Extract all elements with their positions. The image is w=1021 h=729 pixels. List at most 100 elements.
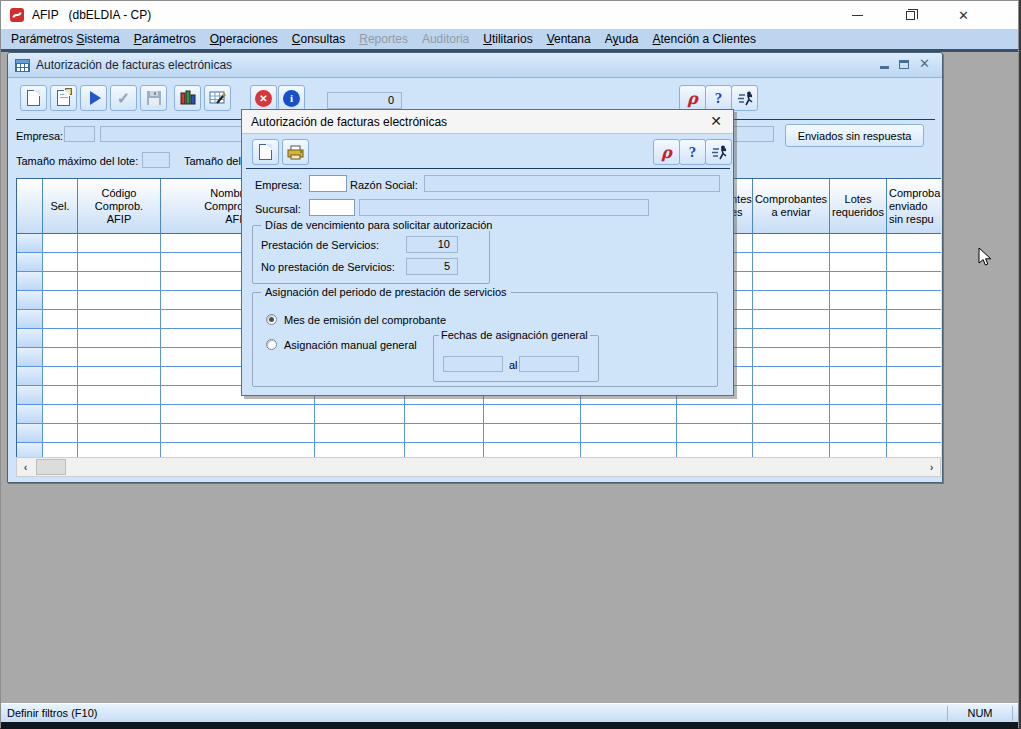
child-maximize-icon[interactable]	[899, 60, 909, 69]
row-header-cell[interactable]	[17, 272, 43, 291]
row-header-cell[interactable]	[17, 329, 43, 348]
row-header-cell[interactable]	[17, 234, 43, 253]
row-header-cell[interactable]	[17, 253, 43, 272]
empresa-code-field[interactable]	[64, 126, 95, 142]
grid-cell[interactable]	[78, 272, 161, 291]
grid-cell[interactable]	[753, 234, 830, 253]
dialog-empresa-field[interactable]	[309, 175, 347, 192]
dialog-new-button[interactable]	[252, 139, 279, 165]
sucursal-name-field[interactable]	[359, 199, 649, 216]
grid-cell[interactable]	[43, 367, 78, 386]
grid-cell[interactable]	[43, 234, 78, 253]
grid-cell[interactable]	[43, 424, 78, 443]
grid-cell[interactable]	[43, 443, 78, 457]
grid-cell[interactable]	[753, 443, 830, 457]
grid-cell[interactable]	[405, 443, 484, 457]
run-button[interactable]	[80, 85, 107, 111]
grid-cell[interactable]	[405, 424, 484, 443]
grid-cell[interactable]	[405, 405, 484, 424]
dialog-runner-button[interactable]	[705, 139, 732, 165]
grid-cell[interactable]	[78, 424, 161, 443]
child-window-title-bar[interactable]: Autorización de facturas electrónicas ✕	[8, 53, 942, 78]
grid-cell[interactable]	[887, 310, 941, 329]
grid-cell[interactable]	[78, 405, 161, 424]
grid-cell[interactable]	[753, 291, 830, 310]
grid-cell[interactable]	[753, 310, 830, 329]
grid-cell[interactable]	[78, 367, 161, 386]
grid-cell[interactable]	[484, 405, 581, 424]
grid-cell[interactable]	[43, 272, 78, 291]
horizontal-scrollbar[interactable]: ‹ ›	[16, 457, 941, 477]
lotes-button[interactable]	[174, 85, 201, 111]
grid-cell[interactable]	[753, 329, 830, 348]
grid-cell[interactable]	[887, 424, 941, 443]
child-close-icon[interactable]: ✕	[919, 59, 930, 69]
no-prestacion-field[interactable]: 5	[406, 258, 458, 275]
validate-button[interactable]: ✓	[110, 85, 137, 111]
menu-item-8[interactable]: Ayuda	[598, 31, 646, 47]
grid-cell[interactable]	[78, 234, 161, 253]
fecha-hasta-field[interactable]	[519, 356, 579, 372]
menu-item-7[interactable]: Ventana	[540, 31, 598, 47]
grid-cell[interactable]	[830, 291, 887, 310]
child-minimize-icon[interactable]	[880, 66, 889, 69]
prestacion-field[interactable]: 10	[406, 236, 458, 253]
maximize-button[interactable]	[884, 1, 937, 29]
grid-cell[interactable]	[830, 253, 887, 272]
grid-cell[interactable]	[677, 405, 753, 424]
grid-cell[interactable]	[484, 424, 581, 443]
radio-button-0[interactable]	[266, 314, 277, 325]
help-button[interactable]: ?	[705, 85, 732, 111]
menu-item-3[interactable]: Consultas	[285, 31, 352, 47]
grid-cell[interactable]	[887, 348, 941, 367]
grid-cell[interactable]	[78, 443, 161, 457]
row-header-cell[interactable]	[17, 367, 43, 386]
grid-cell[interactable]	[830, 348, 887, 367]
grid-cell[interactable]	[753, 367, 830, 386]
row-header-cell[interactable]	[17, 443, 43, 457]
sucursal-field[interactable]	[309, 199, 355, 216]
grid-cell[interactable]	[830, 386, 887, 405]
grid-cell[interactable]	[753, 348, 830, 367]
info-button[interactable]: i	[278, 85, 305, 111]
minimize-button[interactable]	[831, 1, 884, 29]
delete-button[interactable]: ✕	[250, 85, 277, 111]
runner-button[interactable]	[731, 85, 758, 111]
grid-cell[interactable]	[830, 329, 887, 348]
grid-cell[interactable]	[78, 348, 161, 367]
menu-item-1[interactable]: Parámetros	[127, 31, 203, 47]
grid-cell[interactable]	[581, 443, 677, 457]
grid-cell[interactable]	[78, 310, 161, 329]
grid-cell[interactable]	[43, 310, 78, 329]
grid-cell[interactable]	[315, 443, 405, 457]
grid-cell[interactable]	[830, 424, 887, 443]
grid-cell[interactable]	[43, 329, 78, 348]
exit-button[interactable]: ρ	[679, 85, 706, 111]
grid-cell[interactable]	[887, 405, 941, 424]
dialog-print-button[interactable]	[282, 139, 309, 165]
dialog-help-button[interactable]: ?	[679, 139, 706, 165]
grid-cell[interactable]	[753, 272, 830, 291]
grid-cell[interactable]	[753, 386, 830, 405]
fecha-desde-field[interactable]	[443, 356, 503, 372]
grid-cell[interactable]	[43, 405, 78, 424]
tamano-maximo-field[interactable]	[142, 152, 170, 168]
razon-social-field[interactable]	[424, 175, 720, 192]
grid-cell[interactable]	[753, 405, 830, 424]
grid-cell[interactable]	[78, 386, 161, 405]
grid-cell[interactable]	[887, 443, 941, 457]
row-header-cell[interactable]	[17, 310, 43, 329]
grid-cell[interactable]	[830, 367, 887, 386]
grid-cell[interactable]	[887, 272, 941, 291]
counter-field[interactable]: 0	[327, 92, 402, 109]
grid-cell[interactable]	[161, 405, 315, 424]
grid-cell[interactable]	[887, 386, 941, 405]
grid-cell[interactable]	[315, 405, 405, 424]
enviados-sin-respuesta-button[interactable]: Enviados sin respuesta	[785, 124, 924, 147]
grid-cell[interactable]	[43, 253, 78, 272]
menu-item-9[interactable]: Atención a Clientes	[646, 31, 763, 47]
radio-button-1[interactable]	[266, 339, 277, 350]
properties-button[interactable]	[50, 85, 77, 111]
grid-cell[interactable]	[677, 424, 753, 443]
grid-cell[interactable]	[78, 329, 161, 348]
